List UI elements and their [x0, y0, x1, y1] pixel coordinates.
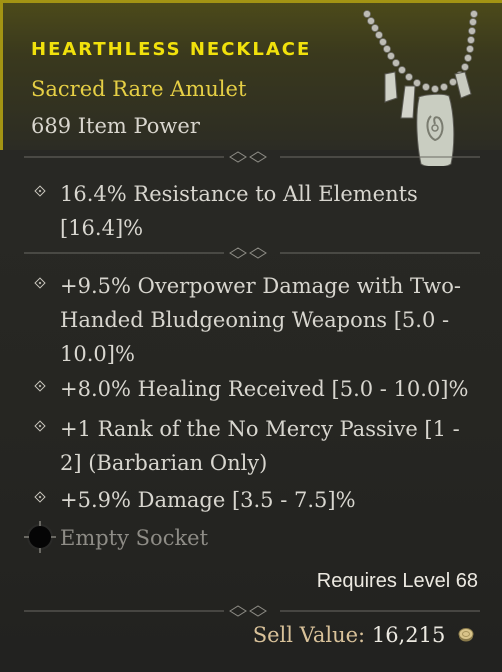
- required-level: Requires Level 68: [316, 570, 478, 592]
- sell-value: Sell Value: 16,215: [253, 623, 474, 647]
- amulet-necklace-icon: [363, 10, 478, 166]
- divider: [24, 151, 480, 163]
- sell-value-amount: 16,215: [371, 623, 446, 647]
- item-type: Sacred Rare Amulet: [31, 77, 247, 101]
- affix-text: +5.9% Damage [3.5 - 7.5]%: [60, 488, 356, 512]
- affix-text: +8.0% Healing Received [5.0 - 10.0]%: [60, 377, 469, 401]
- affix-row: +5.9% Damage [3.5 - 7.5]%: [28, 483, 478, 517]
- affix-bullet-icon: [34, 277, 46, 289]
- affix-bullet-icon: [34, 185, 46, 197]
- affix-text: 16.4% Resistance to All Elements [16.4]%: [60, 182, 418, 240]
- item-power: 689 Item Power: [31, 114, 200, 138]
- empty-socket-icon: [24, 521, 56, 553]
- item-tooltip: HEARTHLESS NECKLACE Sacred Rare Amulet 6…: [0, 0, 502, 672]
- affix-bullet-icon: [34, 491, 46, 503]
- socket-label: Empty Socket: [60, 526, 209, 550]
- divider: [24, 247, 480, 259]
- affix-row: +9.5% Overpower Damage with Two-Handed B…: [28, 269, 478, 371]
- affix-text: +1 Rank of the No Mercy Passive [1 - 2] …: [60, 417, 460, 475]
- divider: [24, 605, 480, 617]
- item-name: HEARTHLESS NECKLACE: [31, 39, 312, 60]
- affix-row: +8.0% Healing Received [5.0 - 10.0]%: [28, 372, 478, 406]
- implicit-affix-row: 16.4% Resistance to All Elements [16.4]%: [28, 177, 478, 245]
- affix-bullet-icon: [34, 420, 46, 432]
- affix-row: +1 Rank of the No Mercy Passive [1 - 2] …: [28, 412, 478, 480]
- affix-text: +9.5% Overpower Damage with Two-Handed B…: [60, 274, 462, 366]
- affix-bullet-icon: [34, 380, 46, 392]
- gold-coin-icon: [458, 628, 474, 642]
- sell-value-label: Sell Value:: [252, 623, 366, 647]
